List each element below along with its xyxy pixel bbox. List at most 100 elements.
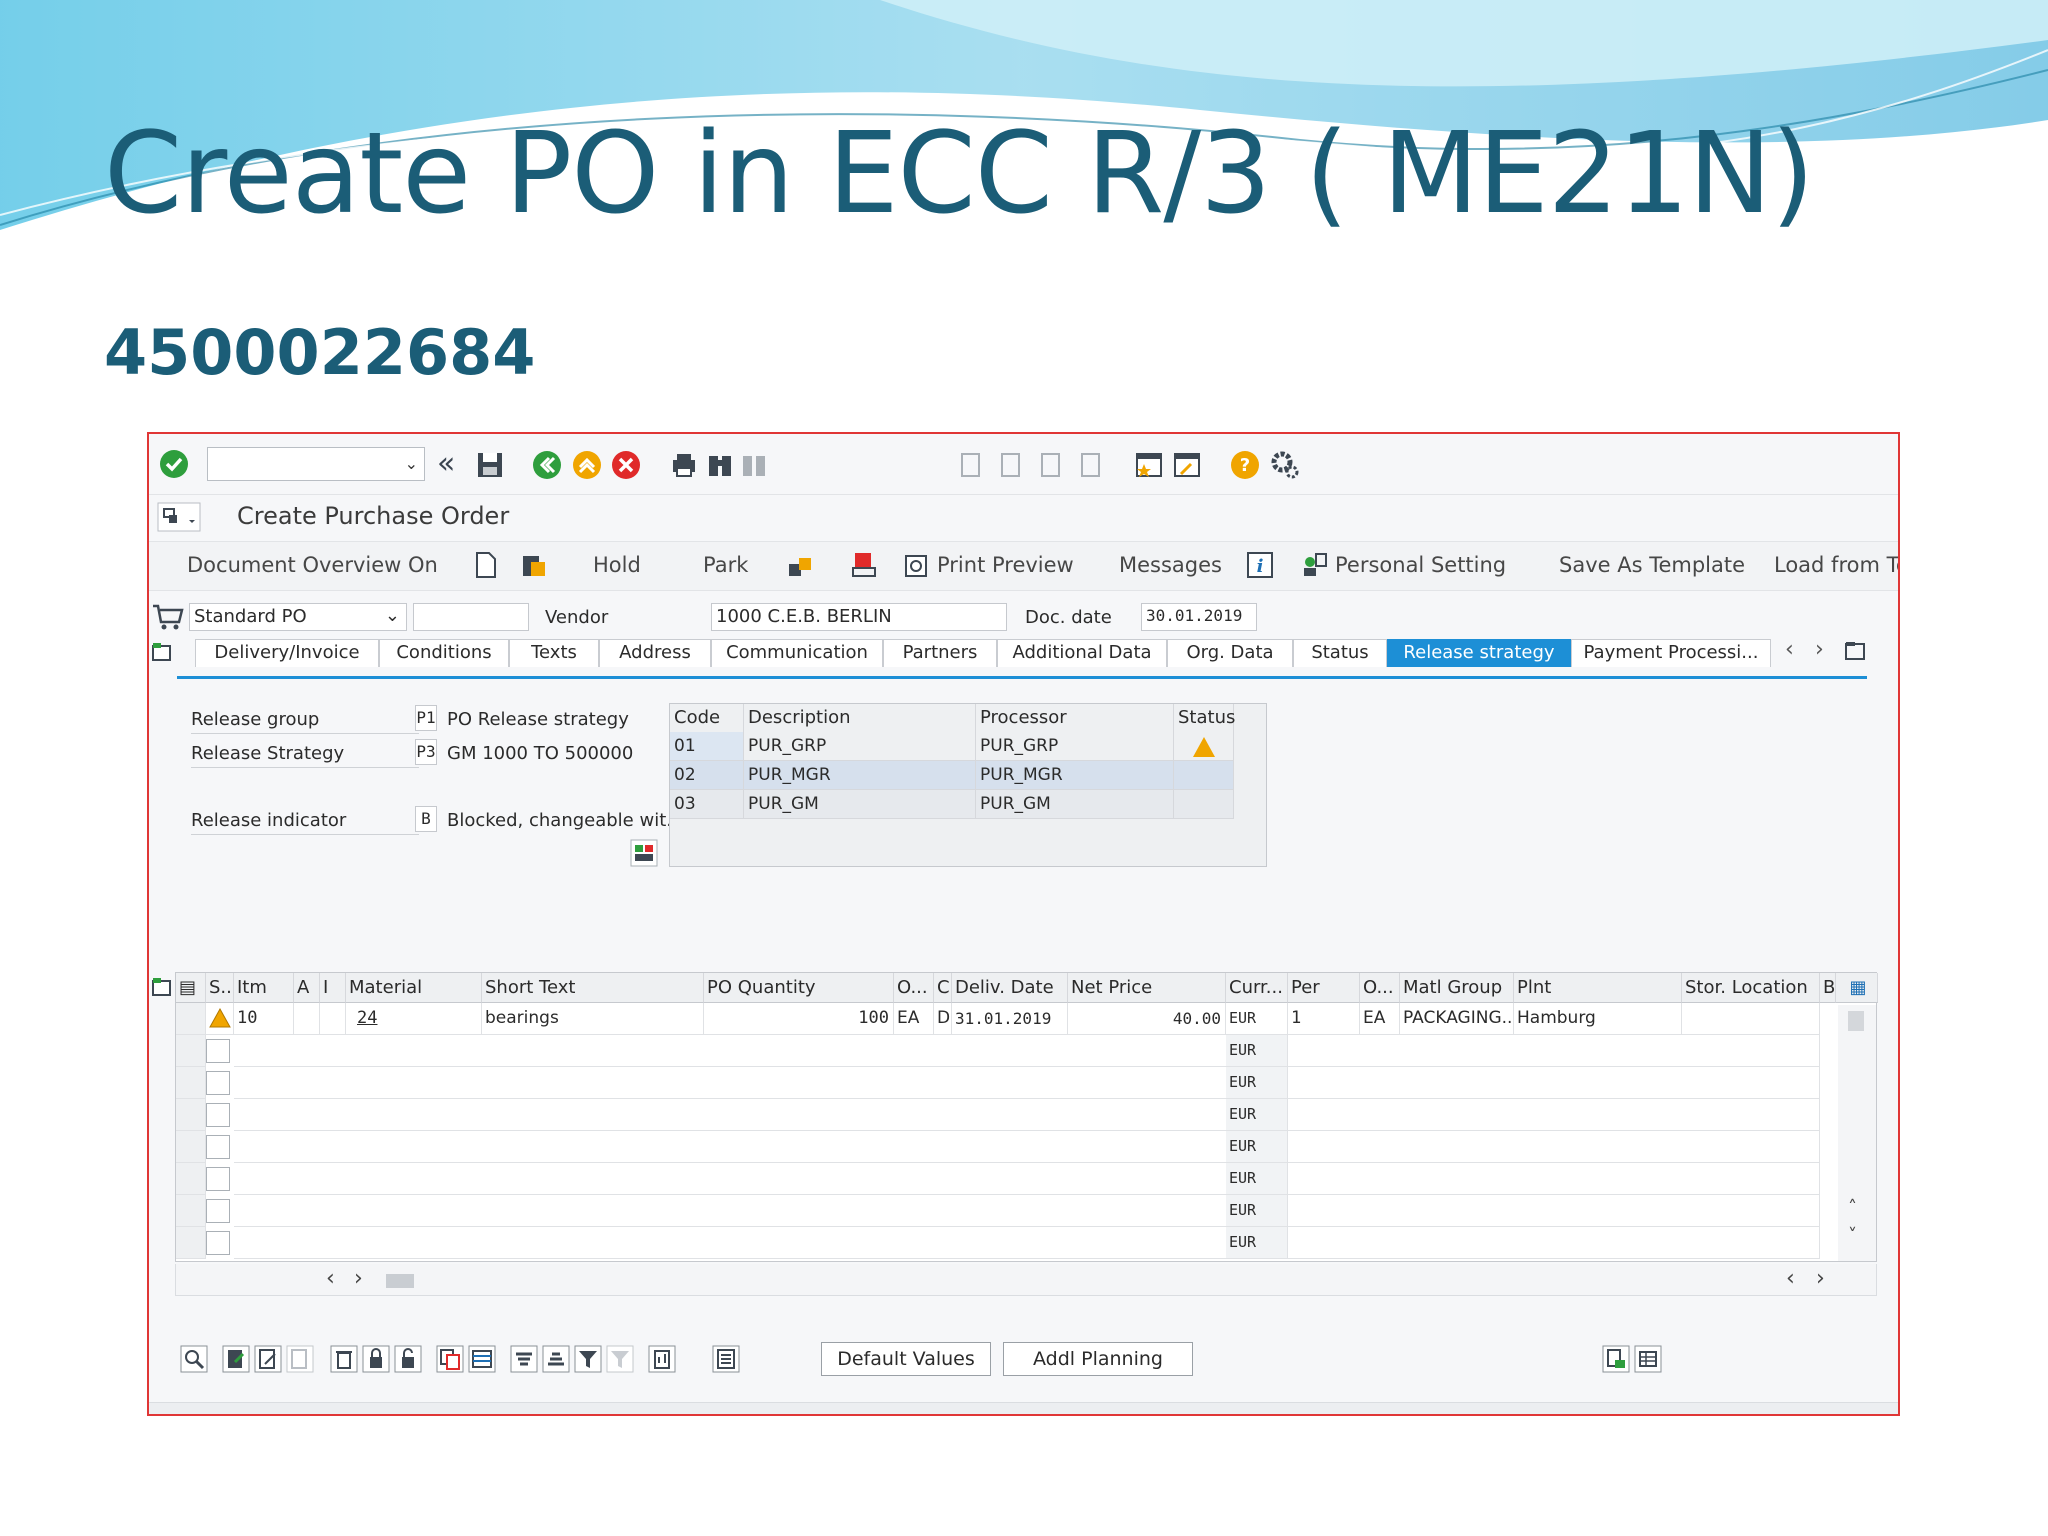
vendor-field[interactable]: 1000 C.E.B. BERLIN xyxy=(711,603,1007,631)
row-selector[interactable] xyxy=(176,1035,206,1067)
tab-payment-processing[interactable]: Payment Processi... xyxy=(1571,639,1771,667)
tab-additional-data[interactable]: Additional Data xyxy=(997,639,1167,667)
tab-partners[interactable]: Partners xyxy=(883,639,997,667)
scroll-left-icon[interactable]: ‹ xyxy=(1786,1266,1795,1291)
tab-texts[interactable]: Texts xyxy=(509,639,599,667)
find-icon[interactable] xyxy=(705,450,735,480)
col-header-short-text[interactable]: Short Text xyxy=(482,973,704,1003)
row-checkbox[interactable] xyxy=(206,1071,230,1095)
attachment-icon[interactable] xyxy=(647,1344,677,1374)
row-selector[interactable] xyxy=(176,1131,206,1163)
grid-row-code[interactable]: 03 xyxy=(670,790,744,819)
last-page-icon[interactable] xyxy=(1075,450,1105,480)
order-unit-cell[interactable]: EA xyxy=(894,1003,934,1035)
scroll-right-icon[interactable]: › xyxy=(1816,1266,1825,1291)
scroll-left-icon[interactable]: ‹ xyxy=(326,1266,335,1291)
empty-row-cells[interactable] xyxy=(1288,1035,1820,1067)
tab-delivery-invoice[interactable]: Delivery/Invoice xyxy=(195,639,379,667)
grid-row-code[interactable]: 02 xyxy=(670,761,744,790)
doc-date-field[interactable]: 30.01.2019 xyxy=(1141,603,1257,631)
col-header-b[interactable]: B xyxy=(1820,973,1836,1003)
col-header-po-quantity[interactable]: PO Quantity xyxy=(704,973,894,1003)
vertical-scrollbar[interactable]: ˄ ˅ xyxy=(1838,1005,1876,1261)
filter-remove-icon[interactable] xyxy=(605,1344,635,1374)
empty-row-cells[interactable] xyxy=(1288,1099,1820,1131)
grid-row-code[interactable]: 01 xyxy=(670,732,744,761)
default-values-button[interactable]: Default Values xyxy=(821,1342,991,1376)
scroll-right-icon[interactable]: › xyxy=(354,1266,363,1291)
col-header-account[interactable]: A xyxy=(294,973,320,1003)
row-checkbox[interactable] xyxy=(206,1167,230,1191)
scroll-down-icon[interactable]: ˅ xyxy=(1848,1225,1857,1246)
check-document-icon[interactable] xyxy=(785,550,815,580)
po-number-field[interactable] xyxy=(413,603,529,631)
release-indicator-key[interactable]: B xyxy=(415,806,437,832)
empty-row-cells[interactable] xyxy=(234,1035,1226,1067)
empty-row-cells[interactable] xyxy=(234,1099,1226,1131)
col-header-delivery-date[interactable]: Deliv. Date xyxy=(952,973,1068,1003)
row-checkbox[interactable] xyxy=(206,1135,230,1159)
copy-item-icon[interactable] xyxy=(285,1344,315,1374)
col-header-item[interactable]: Itm xyxy=(234,973,294,1003)
release-strategy-key[interactable]: P3 xyxy=(415,739,437,765)
plant-cell[interactable]: Hamburg xyxy=(1514,1003,1682,1035)
tab-org-data[interactable]: Org. Data xyxy=(1167,639,1293,667)
horizontal-scrollbar[interactable]: ‹ › ‹ › xyxy=(175,1264,1877,1296)
tab-release-strategy[interactable]: Release strategy xyxy=(1387,639,1571,667)
previous-page-icon[interactable] xyxy=(995,450,1025,480)
row-selector[interactable] xyxy=(176,1163,206,1195)
table-view-icon[interactable] xyxy=(1633,1344,1663,1374)
messages-flag-icon[interactable] xyxy=(849,550,879,580)
park-button[interactable]: Park xyxy=(703,553,748,577)
scrollbar-thumb[interactable] xyxy=(1848,1011,1864,1031)
tab-list-icon[interactable] xyxy=(1843,639,1867,663)
new-session-icon[interactable] xyxy=(1134,450,1164,480)
col-header-status[interactable]: S.. xyxy=(206,973,234,1003)
currency-cell[interactable]: EUR xyxy=(1226,1195,1288,1227)
currency-cell[interactable]: EUR xyxy=(1226,1227,1288,1259)
other-document-icon[interactable] xyxy=(519,550,549,580)
row-selector[interactable] xyxy=(176,1227,206,1259)
release-group-key[interactable]: P1 xyxy=(415,705,437,731)
grid-header-code[interactable]: Code xyxy=(670,704,744,732)
enter-check-icon[interactable] xyxy=(159,449,189,479)
command-field[interactable]: ⌄ xyxy=(207,447,425,481)
empty-row-cells[interactable] xyxy=(1288,1067,1820,1099)
next-page-icon[interactable] xyxy=(1035,450,1065,480)
grid-header-description[interactable]: Description xyxy=(744,704,976,732)
empty-row-cells[interactable] xyxy=(1288,1131,1820,1163)
document-overview-button[interactable]: Document Overview On xyxy=(187,553,438,577)
currency-cell[interactable]: EUR xyxy=(1226,1003,1288,1035)
table-settings-icon[interactable]: ▤ xyxy=(176,973,206,1003)
exit-icon[interactable] xyxy=(572,450,602,480)
save-icon[interactable] xyxy=(475,450,505,480)
empty-row-cells[interactable] xyxy=(234,1067,1226,1099)
info-icon[interactable]: i xyxy=(1245,550,1275,580)
first-page-icon[interactable] xyxy=(955,450,985,480)
grid-header-status[interactable]: Status xyxy=(1174,704,1235,732)
currency-cell[interactable]: EUR xyxy=(1226,1131,1288,1163)
select-all-icon[interactable] xyxy=(467,1344,497,1374)
print-preview-button[interactable]: Print Preview xyxy=(937,553,1074,577)
delete-icon[interactable] xyxy=(329,1344,359,1374)
edit-item-icon[interactable] xyxy=(253,1344,283,1374)
double-chevron-left-icon[interactable]: « xyxy=(437,446,455,481)
date-category-cell[interactable]: D xyxy=(934,1003,952,1035)
col-header-material[interactable]: Material xyxy=(346,973,482,1003)
layout-icon[interactable] xyxy=(711,1344,741,1374)
empty-row-cells[interactable] xyxy=(234,1227,1226,1259)
empty-row-cells[interactable] xyxy=(1288,1163,1820,1195)
account-cell[interactable] xyxy=(294,1003,320,1035)
col-header-order-unit[interactable]: O... xyxy=(894,973,934,1003)
item-category-cell[interactable] xyxy=(320,1003,346,1035)
delivery-date-cell[interactable]: 31.01.2019 xyxy=(952,1003,1068,1035)
row-checkbox[interactable] xyxy=(206,1103,230,1127)
col-header-order-price-unit[interactable]: O... xyxy=(1360,973,1400,1003)
currency-cell[interactable]: EUR xyxy=(1226,1099,1288,1131)
row-checkbox[interactable] xyxy=(206,1231,230,1255)
print-icon[interactable] xyxy=(669,450,699,480)
currency-cell[interactable]: EUR xyxy=(1226,1035,1288,1067)
collapse-items-icon[interactable] xyxy=(151,976,173,998)
messages-button[interactable]: Messages xyxy=(1119,553,1222,577)
settings-gear-icon[interactable] xyxy=(1270,450,1300,480)
